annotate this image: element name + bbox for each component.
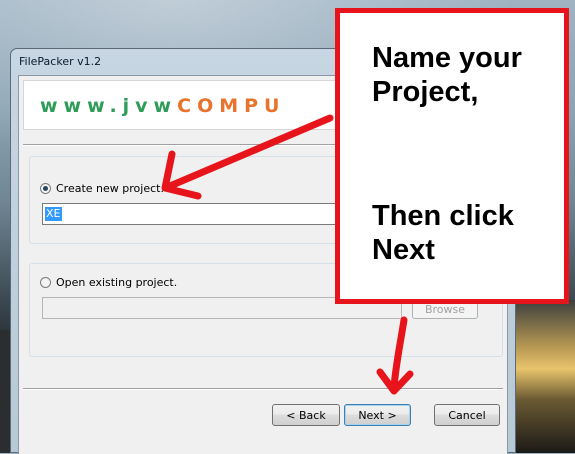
callout-text-click-next: Then click Next	[372, 200, 514, 266]
back-button[interactable]: < Back	[272, 404, 340, 426]
banner-logo-text: www.jvwCOMPU	[40, 95, 285, 117]
window-title: FilePacker v1.2	[19, 55, 102, 68]
instruction-callout: Name your Project, Then click Next	[335, 8, 569, 304]
open-project-radio[interactable]	[40, 277, 51, 288]
banner-logo-part2: COMPU	[177, 95, 286, 117]
desktop-wallpaper-reflection	[512, 300, 575, 453]
next-button[interactable]: Next >	[344, 404, 411, 426]
open-project-label: Open existing project.	[56, 276, 178, 289]
create-project-label: Create new project.	[56, 182, 164, 195]
create-project-radio[interactable]	[40, 183, 51, 194]
cancel-button[interactable]: Cancel	[434, 404, 500, 426]
separator-bottom	[23, 388, 503, 390]
create-project-option[interactable]: Create new project.	[40, 182, 164, 195]
banner-logo-part1: www.jvw	[40, 95, 178, 117]
callout-text-name-project: Name your Project,	[372, 42, 522, 108]
open-project-option[interactable]: Open existing project.	[40, 276, 177, 289]
project-name-value: XE	[45, 207, 62, 221]
